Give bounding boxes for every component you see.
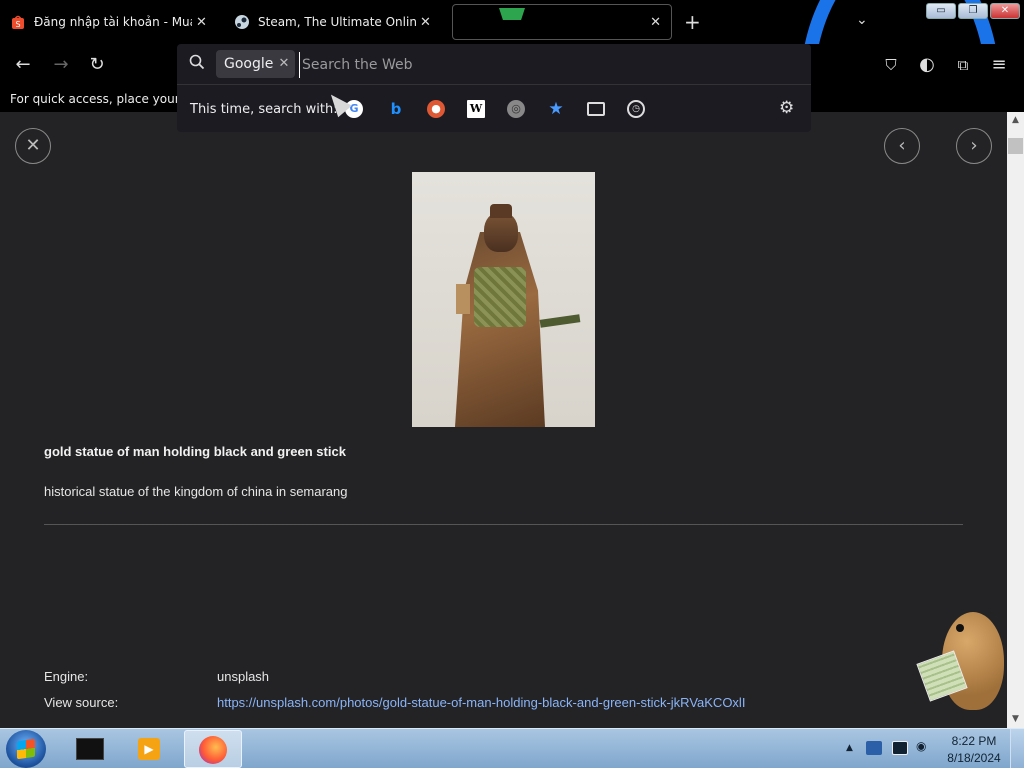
pocket-icon[interactable]: ⛉ xyxy=(880,54,902,76)
next-image-button[interactable]: › xyxy=(956,128,992,164)
tab-close-icon[interactable]: ✕ xyxy=(420,15,431,30)
search-popup: Google ✕ This time, search with: G b ● W… xyxy=(177,44,811,132)
bookmarks-hint: For quick access, place your bo xyxy=(10,92,199,106)
svg-text:S: S xyxy=(15,20,20,29)
statue-armor xyxy=(474,267,526,327)
clock-date[interactable]: 8/18/2024 xyxy=(944,751,1004,765)
hamster-sticker xyxy=(916,606,1006,712)
close-viewer-button[interactable]: ✕ xyxy=(15,128,51,164)
vertical-scrollbar[interactable]: ▲ ▼ xyxy=(1007,112,1024,728)
search-with-label: This time, search with: xyxy=(190,102,338,117)
search-icon xyxy=(189,54,209,74)
statue-hat xyxy=(490,204,512,218)
steam-icon xyxy=(235,15,249,29)
show-hidden-icons-arrow-icon[interactable]: ▲ xyxy=(846,743,853,753)
engine-value: unsplash xyxy=(217,669,270,684)
search-engine-name: Google xyxy=(224,56,274,72)
search-settings-gear-icon[interactable]: ⚙ xyxy=(779,98,799,118)
tab-close-icon[interactable]: ✕ xyxy=(650,15,661,30)
new-tab-button[interactable]: + xyxy=(684,10,701,34)
statue-stick xyxy=(539,314,581,328)
bookmarks-star-icon[interactable]: ★ xyxy=(547,100,565,118)
list-all-tabs-button[interactable]: ⌄ xyxy=(856,12,868,28)
view-source-link[interactable]: https://unsplash.com/photos/gold-statue-… xyxy=(217,695,745,710)
tab-title: Steam, The Ultimate Online Game xyxy=(258,15,416,29)
taskbar: ▶ ▲ ◉ 8:22 PM 8/18/2024 xyxy=(0,728,1024,768)
close-window-button[interactable]: ✕ xyxy=(990,3,1020,19)
maximize-button[interactable]: ❐ xyxy=(958,3,988,19)
tab-title: Đăng nhập tài khoản - Mua sắm xyxy=(34,15,192,29)
tab-strip: S Đăng nhập tài khoản - Mua sắm ✕ Steam,… xyxy=(0,0,1024,44)
shopee-icon: S xyxy=(12,15,24,29)
tab-shopee-login[interactable]: S Đăng nhập tài khoản - Mua sắm ✕ xyxy=(0,4,222,40)
remove-engine-icon[interactable]: ✕ xyxy=(278,50,289,78)
tab-active[interactable]: ✕ xyxy=(452,4,672,40)
windows-logo-icon xyxy=(17,738,35,760)
image-viewer: ✕ ‹ › gold statue of man holding black a… xyxy=(0,112,1007,728)
minimize-button[interactable]: ▭ xyxy=(926,3,956,19)
divider xyxy=(177,84,811,85)
start-button[interactable] xyxy=(6,730,46,768)
search-engine-icon[interactable]: ◎ xyxy=(507,100,525,118)
statue-scroll xyxy=(456,284,470,314)
statue-body xyxy=(455,232,545,427)
tray-app-icon[interactable] xyxy=(866,741,882,755)
taskbar-app-terminal[interactable] xyxy=(60,730,118,768)
history-clock-icon[interactable]: ◷ xyxy=(627,100,645,118)
extensions-icon[interactable]: ⧉ xyxy=(952,54,974,76)
tab-favicon xyxy=(499,8,525,20)
image-description: historical statue of the kingdom of chin… xyxy=(44,484,348,499)
statue-photo[interactable] xyxy=(412,172,595,427)
wikipedia-engine-icon[interactable]: W xyxy=(467,100,485,118)
network-monitor-icon[interactable] xyxy=(892,741,908,755)
hamburger-menu-icon[interactable]: ≡ xyxy=(988,54,1010,76)
scroll-down-arrow-icon[interactable]: ▼ xyxy=(1007,711,1024,728)
forward-arrow-icon[interactable]: → xyxy=(50,54,72,76)
clock-time[interactable]: 8:22 PM xyxy=(944,734,1004,748)
reload-icon[interactable]: ↻ xyxy=(86,54,108,76)
search-input[interactable] xyxy=(299,52,799,78)
tabs-icon[interactable] xyxy=(587,102,605,116)
tab-steam[interactable]: Steam, The Ultimate Online Game ✕ xyxy=(224,4,444,40)
tab-close-icon[interactable]: ✕ xyxy=(196,15,207,30)
firefox-icon xyxy=(199,736,227,764)
terminal-icon xyxy=(76,738,104,760)
search-engine-chip[interactable]: Google ✕ xyxy=(216,50,296,78)
duckduckgo-engine-icon[interactable]: ● xyxy=(427,100,445,118)
taskbar-app-firefox[interactable] xyxy=(184,730,242,768)
scrollbar-thumb[interactable] xyxy=(1008,138,1023,154)
engine-label: Engine: xyxy=(44,669,89,684)
media-player-icon: ▶ xyxy=(138,738,160,760)
statue-head xyxy=(484,212,518,252)
image-title: gold statue of man holding black and gre… xyxy=(44,444,346,459)
show-desktop-button[interactable] xyxy=(1010,729,1024,768)
view-source-label: View source: xyxy=(44,695,119,710)
taskbar-app-media-player[interactable]: ▶ xyxy=(120,730,178,768)
bing-engine-icon[interactable]: b xyxy=(387,100,405,118)
dark-reader-icon[interactable]: ◐ xyxy=(916,54,938,76)
scroll-up-arrow-icon[interactable]: ▲ xyxy=(1007,112,1024,129)
volume-icon[interactable]: ◉ xyxy=(916,739,932,753)
hamster-eye xyxy=(956,624,964,632)
previous-image-button[interactable]: ‹ xyxy=(884,128,920,164)
back-arrow-icon[interactable]: ← xyxy=(12,54,34,76)
divider xyxy=(44,524,963,525)
